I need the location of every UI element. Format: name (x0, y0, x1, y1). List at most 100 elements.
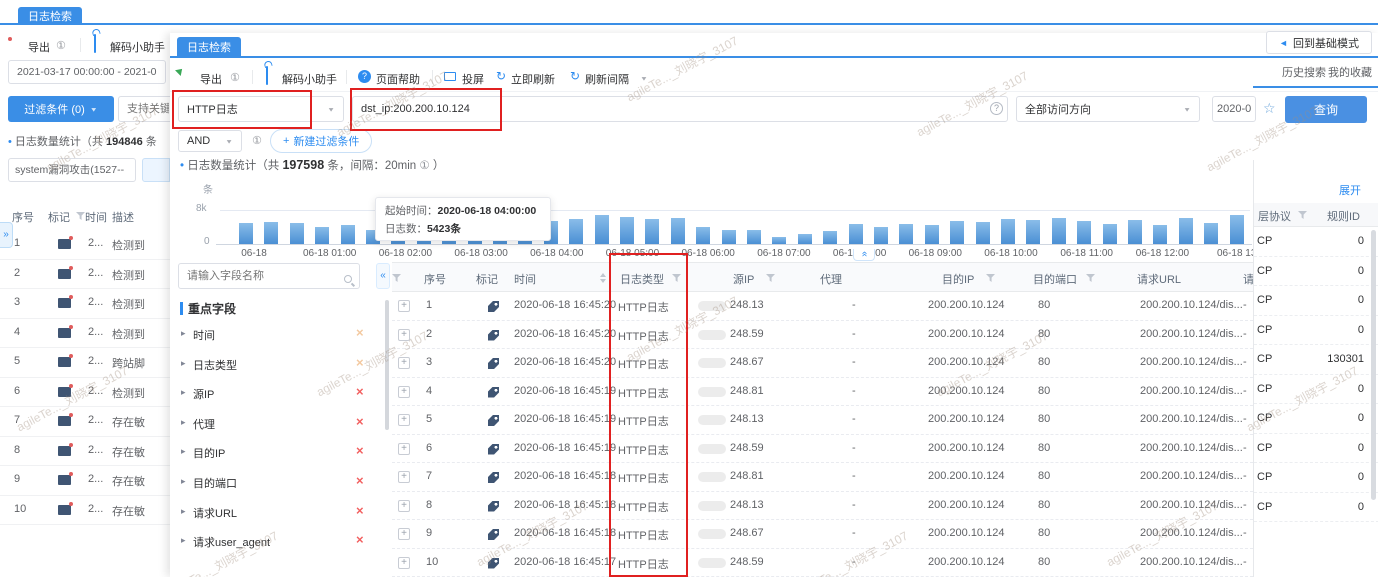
chart-bar[interactable] (848, 224, 863, 244)
field-remove-icon[interactable]: × (356, 532, 364, 547)
filter-icon[interactable] (1086, 274, 1095, 282)
chart-bar[interactable] (1229, 215, 1244, 244)
table-row[interactable]: +2 2020-06-18 16:45:20 HTTP日志 248.59-200.20… (392, 321, 1253, 349)
tag-icon[interactable] (488, 529, 499, 540)
col-header-col-log-type[interactable]: 日志类型 (620, 271, 664, 287)
chart-bar[interactable] (1001, 219, 1015, 244)
tag-icon[interactable] (488, 415, 499, 426)
table-row[interactable]: +7 2020-06-18 16:45:18 HTTP日志 248.81-200.20… (392, 463, 1253, 492)
expand-row-button[interactable]: + (398, 357, 410, 369)
table-row[interactable]: +10 2020-06-18 16:45:17 HTTP日志 248.59-200.2… (392, 549, 1253, 577)
chart-bar[interactable] (772, 237, 787, 244)
table-row[interactable]: +4 2020-06-18 16:45:19 HTTP日志 248.81-200.20… (392, 378, 1253, 406)
chart-bar[interactable] (823, 231, 838, 244)
col-header-col-src-ip[interactable]: 源IP (733, 271, 754, 287)
field-remove-icon[interactable]: × (356, 443, 364, 458)
chart-bar[interactable] (1204, 223, 1219, 244)
chart-bar[interactable] (670, 218, 685, 244)
chart-bar[interactable] (569, 219, 584, 244)
filter-icon[interactable] (986, 274, 995, 282)
field-item[interactable]: 请求user_agent (193, 534, 270, 550)
field-arrow-icon[interactable]: ▸ (181, 535, 186, 546)
field-arrow-icon[interactable]: ▸ (181, 506, 186, 517)
expand-row-button[interactable]: + (398, 328, 410, 341)
chart-bar[interactable] (1051, 218, 1066, 244)
chart-bar[interactable] (645, 219, 660, 244)
col-header-col-dst-port[interactable]: 目的端口 (1033, 271, 1077, 287)
col-header-col-proxy[interactable]: 代理 (820, 271, 842, 287)
chart-bar[interactable] (696, 227, 711, 244)
chart-bar[interactable] (620, 217, 634, 244)
field-item[interactable]: 源IP (193, 386, 214, 402)
field-remove-icon[interactable]: × (356, 473, 364, 488)
table-row[interactable]: CP 130301 (1254, 345, 1378, 375)
field-arrow-icon[interactable]: ▸ (181, 476, 186, 487)
history-search-tab[interactable]: 历史搜索 (1282, 64, 1326, 80)
field-remove-icon[interactable]: × (356, 325, 364, 340)
table-row[interactable]: +9 2020-06-18 16:45:18 HTTP日志 248.67-200.20… (392, 520, 1253, 549)
expand-row-button[interactable]: + (398, 556, 410, 569)
sort-icon[interactable] (600, 273, 607, 283)
field-remove-icon[interactable]: × (356, 414, 364, 429)
field-item[interactable]: 请求URL (193, 505, 237, 521)
col-header-col-request-url[interactable]: 请求URL (1137, 271, 1181, 287)
filter-icon[interactable] (392, 274, 401, 282)
table-row[interactable]: +1 2020-06-18 16:45:20 HTTP日志 248.13-200.20… (392, 292, 1253, 321)
field-item[interactable]: 目的端口 (193, 475, 237, 491)
tag-icon[interactable] (488, 386, 499, 398)
chart-bar[interactable] (1077, 221, 1092, 244)
field-item[interactable]: 目的IP (193, 445, 225, 461)
col-header-col-dst-ip[interactable]: 目的IP (942, 271, 974, 287)
table-row[interactable]: +8 2020-06-18 16:45:18 HTTP日志 248.13-200.20… (392, 492, 1253, 520)
chart-bar[interactable] (721, 230, 736, 244)
table-row[interactable]: CP 0 (1254, 463, 1378, 493)
tag-icon[interactable] (488, 301, 499, 312)
chart-bar[interactable] (1102, 224, 1117, 244)
field-arrow-icon[interactable]: ▸ (181, 328, 186, 339)
filter-icon[interactable] (766, 274, 775, 282)
col-header-rule-id[interactable]: 规则ID (1327, 208, 1360, 224)
chart-bar[interactable] (1153, 225, 1168, 244)
table-row[interactable]: CP 0 (1254, 316, 1378, 345)
col-header-col-seq[interactable]: 序号 (424, 271, 446, 287)
table-row[interactable]: +6 2020-06-18 16:45:19 HTTP日志 248.59-200.20… (392, 435, 1253, 463)
expand-row-button[interactable]: + (398, 499, 410, 512)
chart-bar[interactable] (874, 227, 888, 244)
col-header-col-time[interactable]: 时间 (514, 271, 536, 287)
table-row[interactable]: CP 0 (1254, 434, 1378, 463)
tag-icon[interactable] (488, 500, 499, 512)
field-arrow-icon[interactable]: ▸ (181, 358, 186, 369)
col-header-col-mark[interactable]: 标记 (476, 271, 498, 287)
tag-icon[interactable] (488, 358, 499, 369)
field-remove-icon[interactable]: × (356, 384, 364, 399)
chart-bar[interactable] (950, 221, 965, 244)
field-item[interactable]: 代理 (193, 416, 215, 432)
tag-icon[interactable] (488, 472, 499, 483)
chart-bar[interactable] (975, 222, 990, 244)
field-item[interactable]: 时间 (193, 327, 215, 343)
table-row[interactable]: CP 0 (1254, 286, 1378, 316)
chart-bar[interactable] (924, 225, 939, 244)
expand-row-button[interactable]: + (398, 300, 410, 312)
expand-row-button[interactable]: + (398, 385, 410, 398)
table-row[interactable]: CP 0 (1254, 493, 1378, 522)
field-arrow-icon[interactable]: ▸ (181, 387, 186, 398)
expand-row-button[interactable]: + (398, 528, 410, 540)
field-remove-icon[interactable]: × (356, 355, 364, 370)
scrollbar[interactable] (1371, 230, 1376, 500)
tag-icon[interactable] (488, 329, 499, 341)
expand-link[interactable]: 展开 (1339, 182, 1361, 198)
table-row[interactable]: +3 2020-06-18 16:45:20 HTTP日志 248.67-200.20… (392, 349, 1253, 378)
tag-icon[interactable] (488, 443, 499, 455)
favorites-tab[interactable]: 我的收藏 (1328, 64, 1372, 80)
chart-bar[interactable] (1178, 218, 1193, 244)
back-to-basic-button[interactable]: ◄ 回到基础模式 (1266, 31, 1372, 54)
table-row[interactable]: +5 2020-06-18 16:45:19 HTTP日志 248.13-200.20… (392, 406, 1253, 435)
chart-bar[interactable] (797, 234, 812, 244)
field-arrow-icon[interactable]: ▸ (181, 417, 186, 428)
chart-bar[interactable] (899, 224, 914, 244)
field-item[interactable]: 日志类型 (193, 357, 237, 373)
field-arrow-icon[interactable]: ▸ (181, 446, 186, 457)
filter-icon[interactable] (1298, 211, 1307, 219)
table-row[interactable]: CP 0 (1254, 227, 1378, 257)
